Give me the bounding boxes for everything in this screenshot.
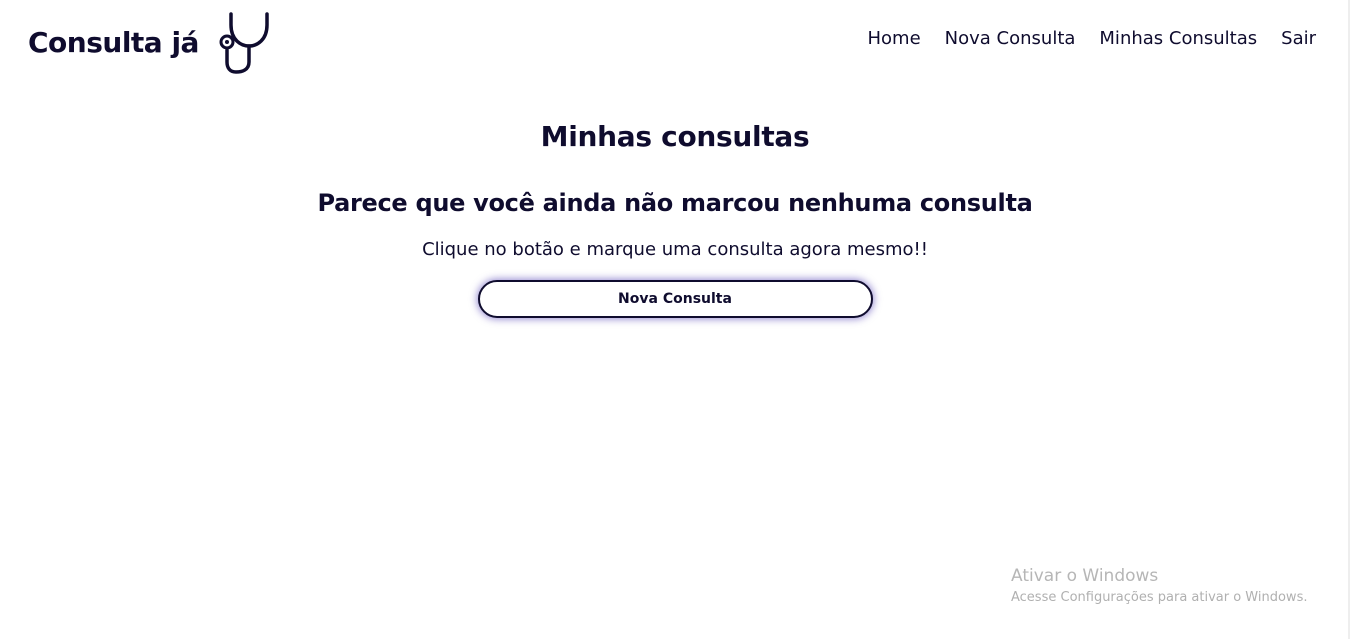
nav-my-appointments[interactable]: Minhas Consultas [1099, 28, 1257, 49]
site-header: Consulta já Home Nova Consulta Minhas Co… [0, 0, 1350, 82]
stethoscope-icon [219, 12, 269, 74]
nav-new-appointment[interactable]: Nova Consulta [945, 28, 1076, 49]
main-nav: Home Nova Consulta Minhas Consultas Sair [868, 28, 1317, 49]
main-content: Minhas consultas Parece que você ainda n… [0, 120, 1350, 318]
watermark-subtitle: Acesse Configurações para ativar o Windo… [1011, 590, 1308, 605]
windows-activation-watermark: Ativar o Windows Acesse Configurações pa… [1011, 566, 1307, 605]
brand[interactable]: Consulta já [28, 10, 269, 74]
nav-home[interactable]: Home [868, 28, 921, 49]
brand-name: Consulta já [28, 25, 199, 59]
nav-logout[interactable]: Sair [1281, 28, 1316, 49]
new-appointment-button[interactable]: Nova Consulta [477, 280, 873, 318]
empty-state-text: Clique no botão e marque uma consulta ag… [422, 239, 928, 260]
page: Consulta já Home Nova Consulta Minhas Co… [0, 0, 1350, 639]
empty-state-heading: Parece que você ainda não marcou nenhuma… [317, 189, 1033, 217]
watermark-title: Ativar o Windows [1011, 566, 1159, 586]
page-title: Minhas consultas [540, 120, 810, 153]
